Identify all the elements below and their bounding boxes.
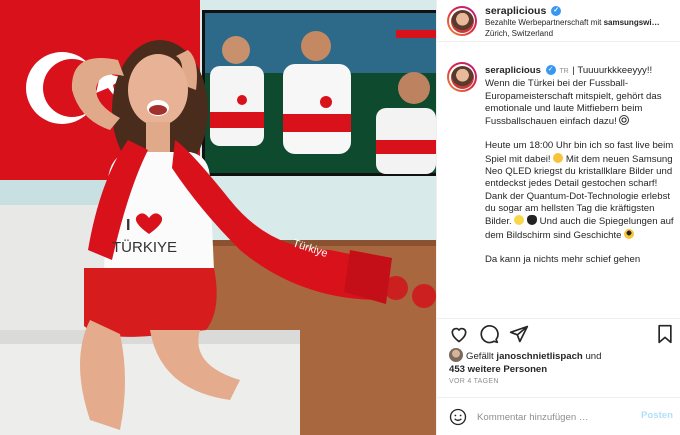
- likes-prefix: Gefällt: [466, 351, 497, 362]
- heart-eyes-emoji-icon: [553, 152, 564, 163]
- caption-avatar[interactable]: [447, 62, 477, 92]
- header-username[interactable]: seraplicious: [485, 5, 546, 17]
- location-link[interactable]: Zürich, Switzerland: [485, 29, 553, 38]
- paid-partnership-label: Bezahlte Werbepartnerschaft mit: [485, 18, 604, 27]
- caption: seraplicious ✓ TR | Tuuuurkkkeeyyy!! Wen…: [437, 52, 680, 314]
- liker-username[interactable]: janoschnietlispach: [496, 351, 582, 362]
- paid-partnership: Bezahlte Werbepartnerschaft mit samsungs…: [485, 18, 675, 27]
- shirt-text-turkiye: TÜRKIYE: [112, 238, 177, 256]
- tv-screen: [202, 10, 436, 176]
- likes-summary: Gefällt janoschnietlispach und 453 weite…: [449, 348, 674, 376]
- comment-icon[interactable]: [479, 324, 499, 344]
- liker-avatar[interactable]: [449, 348, 463, 362]
- caption-username[interactable]: seraplicious: [485, 65, 541, 76]
- caption-paragraph-2c: Und auch die Spiegelungen auf dem Bildsc…: [485, 216, 674, 241]
- action-bar: [437, 318, 680, 348]
- bookmark-icon[interactable]: [655, 324, 675, 344]
- sunglasses-emoji-icon: [624, 228, 635, 239]
- verified-badge-icon: ✓: [545, 65, 556, 76]
- black-heart-emoji-icon: [527, 215, 538, 226]
- caption-paragraph-3: Da kann ja nichts mehr schief gehen: [485, 253, 641, 265]
- sun-emoji-icon: [514, 215, 525, 226]
- soccer-ball-icon: [619, 115, 630, 126]
- share-icon[interactable]: [509, 324, 529, 344]
- like-heart-icon[interactable]: [449, 324, 469, 344]
- shirt-text-i: I: [126, 217, 130, 234]
- post-comment-button[interactable]: Posten: [641, 410, 673, 421]
- post-timestamp[interactable]: VOR 4 TAGEN: [449, 378, 499, 385]
- verified-badge-icon: ✓: [551, 6, 562, 17]
- language-tag: TR: [559, 68, 569, 75]
- partner-link[interactable]: samsungswi…: [604, 18, 660, 27]
- likes-mid: und: [582, 351, 602, 362]
- photo-illustration: I TÜRKIYE Türkiye: [0, 0, 436, 435]
- avatar[interactable]: [447, 6, 477, 36]
- comment-bar: Posten: [437, 397, 680, 435]
- caption-text: seraplicious ✓ TR | Tuuuurkkkeeyyy!! Wen…: [485, 65, 675, 278]
- post-header: seraplicious ✓ Bezahlte Werbepartnerscha…: [437, 0, 680, 42]
- emoji-smile-icon[interactable]: [449, 408, 467, 426]
- post-photo[interactable]: I TÜRKIYE Türkiye: [0, 0, 436, 435]
- post-sidebar: seraplicious ✓ Bezahlte Werbepartnerscha…: [436, 0, 680, 435]
- likes-others-link[interactable]: 453 weitere Personen: [449, 364, 547, 375]
- comment-input[interactable]: [477, 409, 627, 425]
